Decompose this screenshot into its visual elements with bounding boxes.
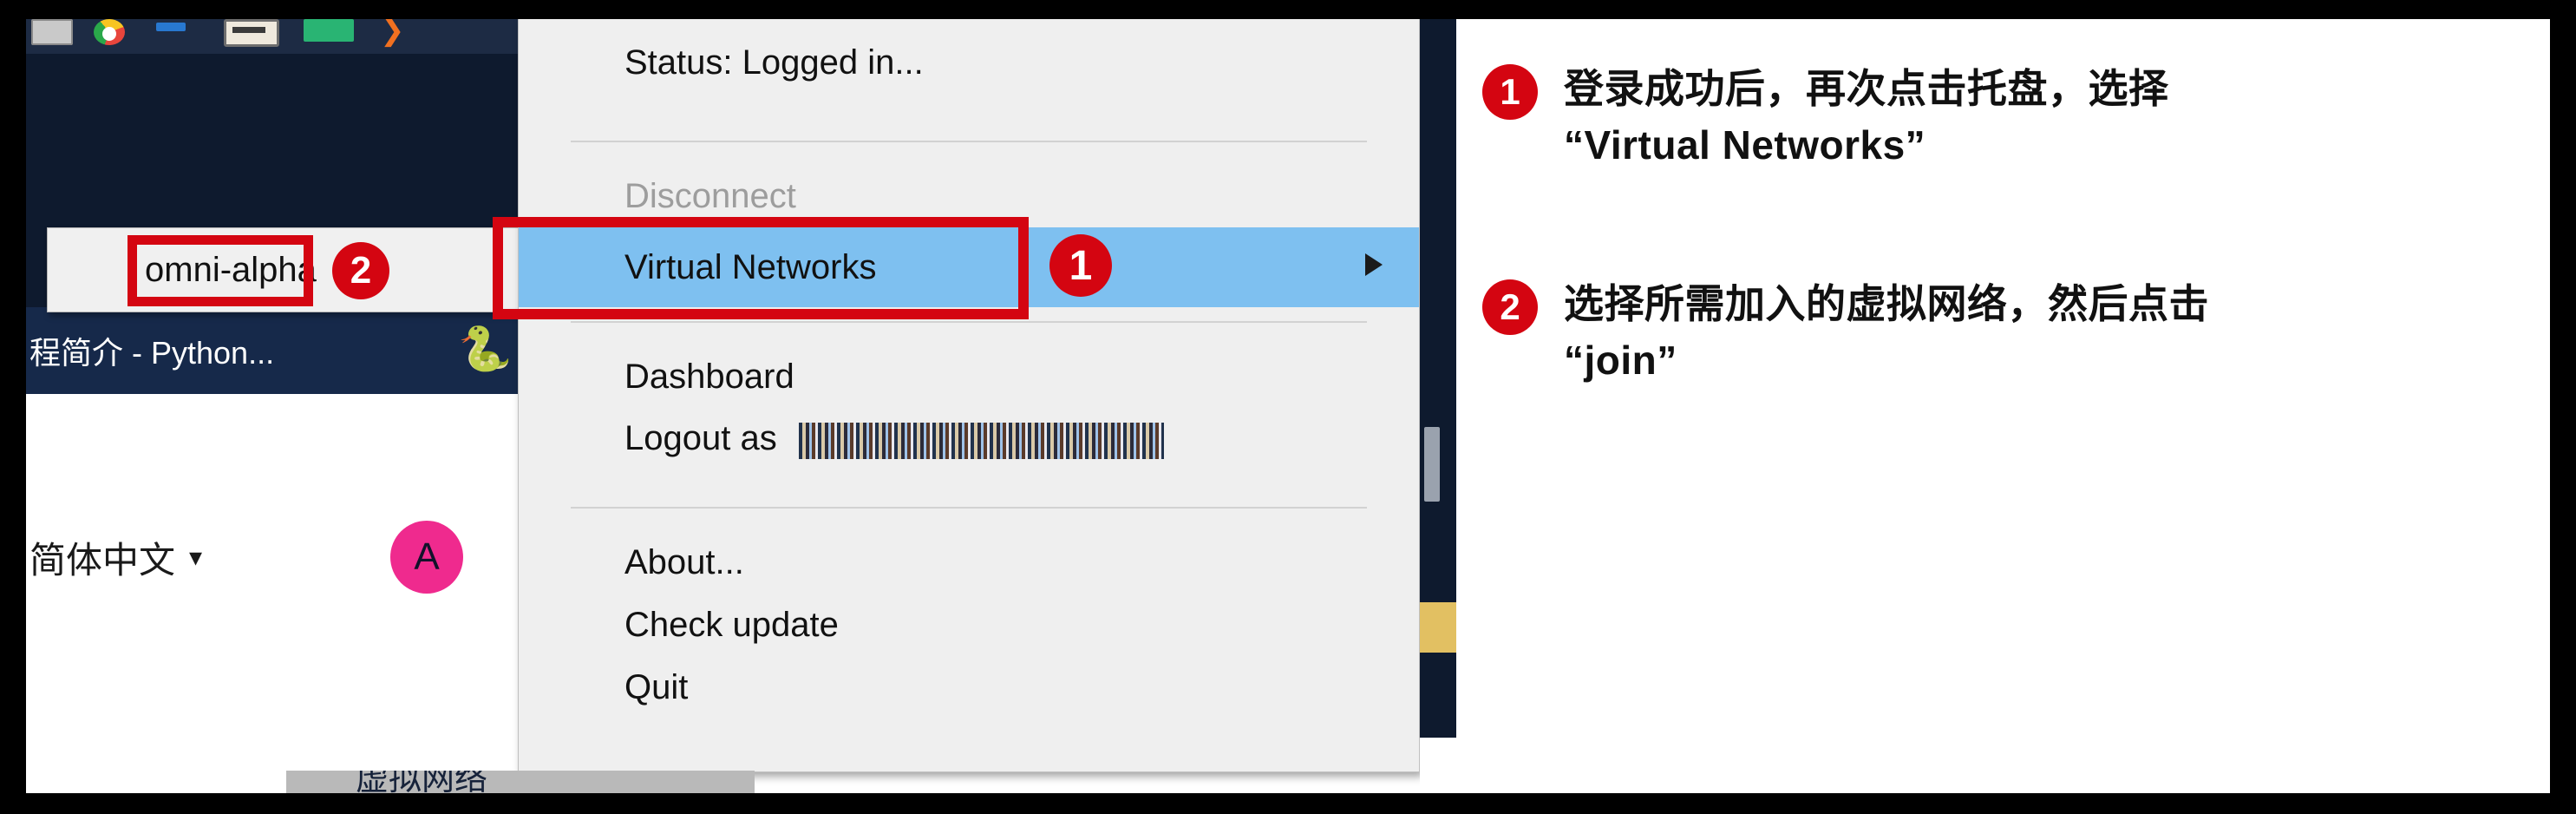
callout-box-virtual-networks (493, 217, 1029, 319)
callout-box-omni-alpha (127, 235, 313, 306)
menu-item-about-label: About... (624, 542, 744, 581)
menu-item-logout-email: barca8best@gmail.com (798, 422, 1164, 459)
menu-item-logout-prefix: Logout as (624, 419, 787, 458)
orange-swoosh-icon[interactable]: ❯ (380, 19, 420, 45)
annotation-badge-2: 2 (1482, 279, 1538, 335)
monitor-icon[interactable] (31, 19, 73, 45)
tray-context-menu: Status: Logged in... Disconnect Virtual … (493, 19, 1420, 772)
callout-badge-1: 1 (1049, 234, 1112, 297)
menu-separator (571, 321, 1367, 323)
language-selector[interactable]: 简体中文 ▾ A (26, 505, 555, 609)
menu-item-check-update-label: Check update (624, 605, 839, 644)
app-window-edge-bottom (1420, 738, 1456, 793)
screenshot-frame: ❯ 程简介 - Python... 🐍 简体中文 ▾ A omni-alpha … (0, 0, 2576, 814)
annotation-2-line-2: “join” (1564, 338, 1677, 384)
annotation-text-1: 登录成功后，再次点击托盘，选择 “Virtual Networks” (1564, 61, 2169, 174)
annotation-panel: 1 登录成功后，再次点击托盘，选择 “Virtual Networks” 2 选… (1456, 19, 2550, 793)
green-app-icon[interactable] (304, 19, 354, 42)
annotation-badge-1: 1 (1482, 64, 1538, 120)
menu-separator (571, 507, 1367, 509)
scrollbar-thumb[interactable] (1424, 427, 1440, 502)
blue-app-icon[interactable] (156, 23, 186, 31)
menu-item-dashboard[interactable]: Dashboard (519, 345, 1419, 408)
menu-item-quit-label: Quit (624, 667, 689, 706)
screenshot-canvas: ❯ 程简介 - Python... 🐍 简体中文 ▾ A omni-alpha … (26, 19, 2550, 793)
menu-item-quit[interactable]: Quit (519, 656, 1419, 719)
menu-item-logout-label: Logout as barca8best@gmail.com (519, 419, 1164, 459)
annotation-2-line-1: 选择所需加入的虚拟网络，然后点击 (1564, 281, 2209, 326)
menu-item-logout[interactable]: Logout as barca8best@gmail.com (519, 408, 1419, 470)
menu-item-dashboard-label: Dashboard (624, 357, 794, 396)
avatar[interactable]: A (390, 521, 463, 594)
clipped-bottom-text: 虚拟网络 (286, 771, 755, 793)
keyboard-icon[interactable] (224, 19, 279, 47)
window-title-text: 程简介 - Python... (29, 335, 275, 371)
callout-badge-2: 2 (332, 242, 389, 299)
annotation-step-2: 2 选择所需加入的虚拟网络，然后点击 “join” (1482, 276, 2514, 390)
taskbar: ❯ (26, 19, 555, 54)
python-logo-icon: 🐍 (458, 325, 513, 373)
annotation-1-line-2: “Virtual Networks” (1564, 122, 1926, 168)
clipped-bottom-text-label: 虚拟网络 (356, 771, 488, 793)
menu-item-status-label: Status: Logged in... (624, 43, 924, 82)
menu-item-check-update[interactable]: Check update (519, 594, 1419, 656)
annotation-step-1: 1 登录成功后，再次点击托盘，选择 “Virtual Networks” (1482, 61, 2514, 174)
menu-item-status[interactable]: Status: Logged in... (519, 31, 1419, 94)
annotation-1-line-1: 登录成功后，再次点击托盘，选择 (1564, 66, 2169, 111)
menu-item-disconnect-label: Disconnect (624, 176, 796, 215)
menu-separator (571, 141, 1367, 142)
virtual-networks-submenu: omni-alpha 2 (47, 227, 534, 312)
submenu-arrow-icon (1365, 253, 1383, 276)
app-background-upper (26, 54, 555, 220)
window-title-bar: 程简介 - Python... 🐍 (26, 311, 555, 391)
chrome-icon[interactable] (94, 19, 125, 45)
app-window-edge-accent (1420, 602, 1456, 653)
chevron-down-icon: ▾ (189, 542, 203, 572)
app-window-edge (1420, 19, 1456, 793)
language-selector-label: 简体中文 (29, 539, 176, 581)
menu-item-about[interactable]: About... (519, 531, 1419, 594)
annotation-text-2: 选择所需加入的虚拟网络，然后点击 “join” (1564, 276, 2209, 390)
